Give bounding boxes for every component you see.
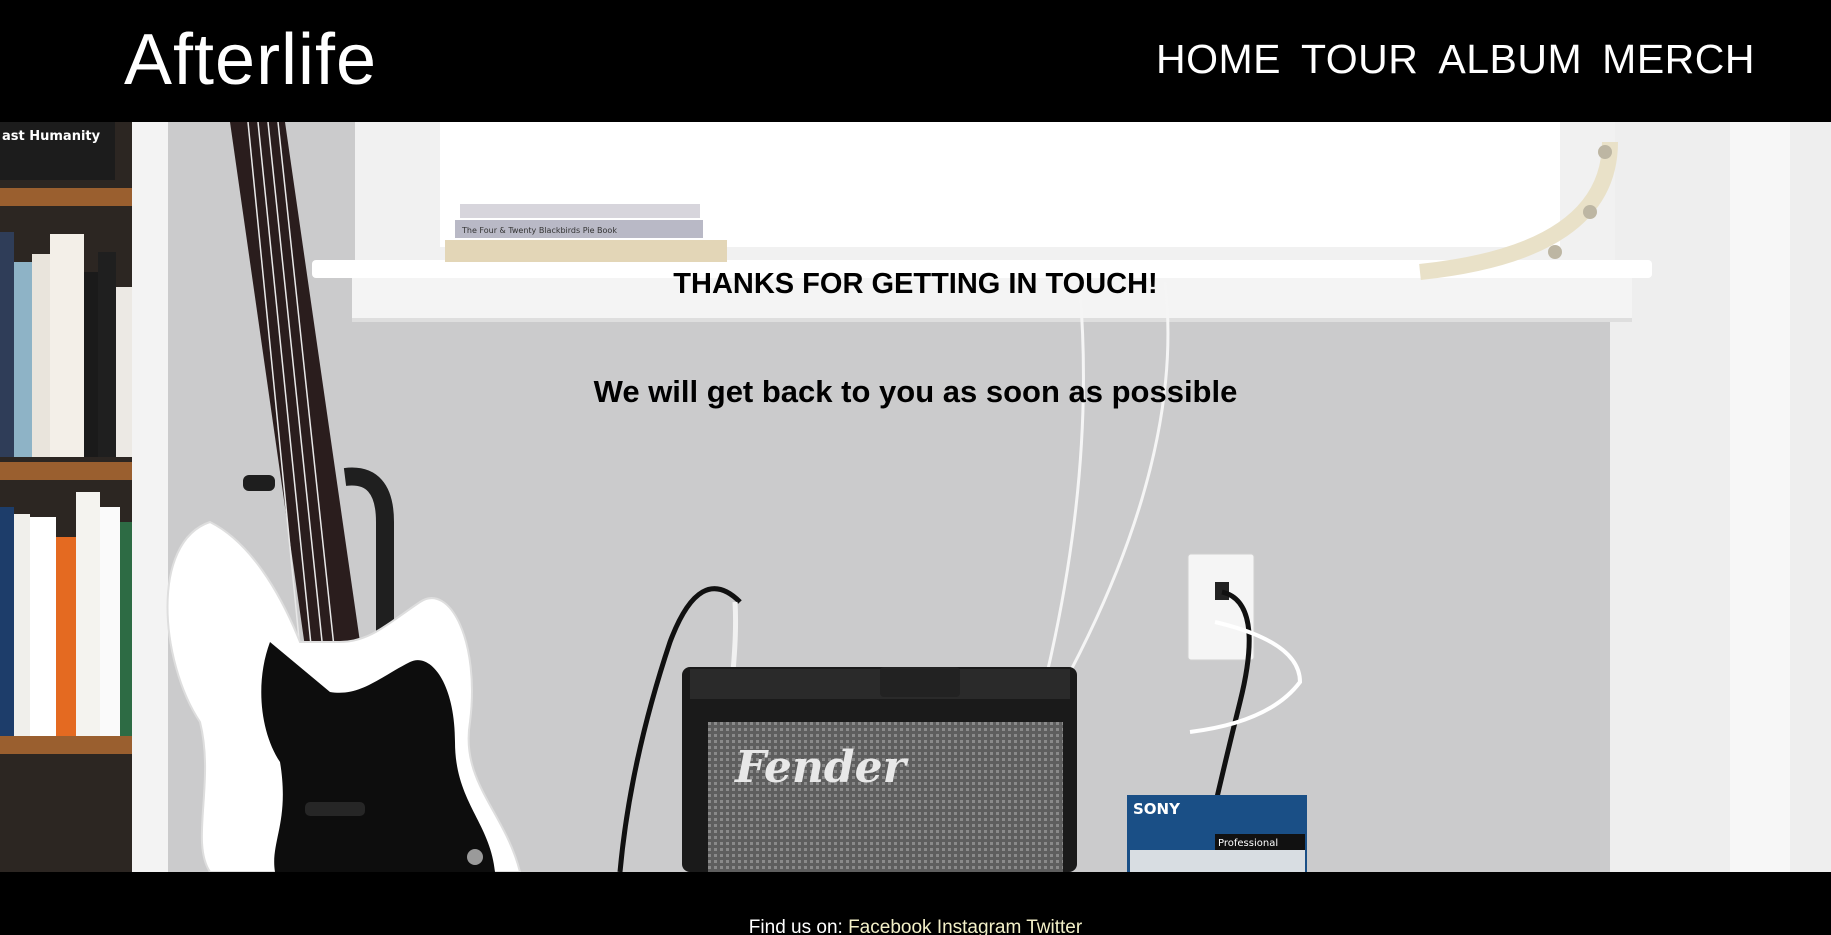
- sony-box: SONY Professional: [1127, 795, 1307, 872]
- nav-link-tour[interactable]: TOUR: [1301, 34, 1418, 84]
- hero-section: The Four & Twenty Blackbirds Pie Book as…: [0, 122, 1831, 872]
- site-footer: Find us on: Facebook Instagram Twitter: [0, 872, 1831, 935]
- followup-message: We will get back to you as soon as possi…: [593, 374, 1238, 409]
- facebook-link[interactable]: Facebook: [848, 917, 931, 935]
- twitter-link[interactable]: Twitter: [1026, 917, 1082, 935]
- bookshelf: ast Humanity: [0, 122, 168, 872]
- thanks-heading: THANKS FOR GETTING IN TOUCH!: [673, 268, 1158, 300]
- nav-link-home[interactable]: HOME: [1156, 34, 1281, 84]
- hero-background-photo: The Four & Twenty Blackbirds Pie Book as…: [0, 122, 1831, 872]
- svg-text:The Four & Twenty Blackbirds P: The Four & Twenty Blackbirds Pie Book: [461, 226, 617, 235]
- site-header: Afterlife HOME TOUR ALBUM MERCH: [0, 0, 1831, 122]
- nav-link-merch[interactable]: MERCH: [1602, 34, 1755, 84]
- svg-text:Fender: Fender: [733, 742, 909, 793]
- nav-link-album[interactable]: ALBUM: [1438, 34, 1582, 84]
- instagram-link[interactable]: Instagram: [937, 917, 1021, 935]
- social-prefix: Find us on:: [748, 917, 843, 935]
- main-nav: HOME TOUR ALBUM MERCH: [1156, 34, 1755, 84]
- svg-text:Professional: Professional: [1218, 838, 1278, 849]
- sill-books: The Four & Twenty Blackbirds Pie Book: [445, 204, 727, 262]
- svg-text:ast Humanity: ast Humanity: [2, 129, 101, 144]
- fender-amp: Fender: [682, 667, 1077, 872]
- site-logo[interactable]: Afterlife: [124, 18, 377, 102]
- svg-text:SONY: SONY: [1133, 800, 1181, 818]
